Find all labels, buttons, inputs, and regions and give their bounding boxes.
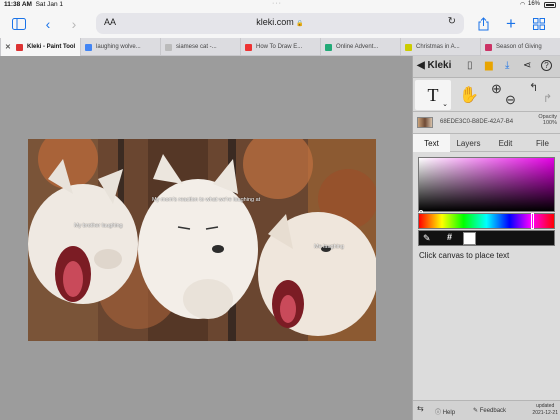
tab-favicon	[485, 43, 492, 51]
tab-favicon	[325, 43, 332, 51]
forward-icon[interactable]: ›	[66, 14, 82, 34]
pencil-icon: ✎	[473, 408, 479, 414]
hex-input-button[interactable]: #	[447, 232, 452, 242]
tab-siamese-cat[interactable]: siamese cat -...	[160, 38, 240, 56]
tab-favicon	[16, 43, 23, 51]
settings-icon[interactable]: ⇆	[417, 404, 424, 413]
tab-how-to-draw[interactable]: How To Draw E...	[240, 38, 320, 56]
hue-slider-handle[interactable]	[531, 213, 534, 229]
tab-season-of-giving[interactable]: Season of Giving	[480, 38, 560, 56]
help-circle-icon: ⓘ	[435, 410, 442, 416]
tab-file[interactable]: File	[524, 134, 560, 152]
zoom-out-icon[interactable]: ⊖	[505, 92, 516, 108]
reload-icon[interactable]: ↻	[448, 16, 456, 27]
panel-tabs: Text Layers Edit File	[413, 134, 560, 152]
primary-color-swatch[interactable]	[463, 232, 476, 245]
battery-icon	[544, 2, 556, 8]
kleki-logo[interactable]: ◀ Kleki	[417, 60, 451, 71]
redo-icon[interactable]: ↱	[543, 92, 552, 105]
caption-right[interactable]: Me laughing	[314, 244, 344, 250]
tab-christmas[interactable]: Christmas in A...	[400, 38, 480, 56]
layer-thumbnail[interactable]	[417, 117, 433, 128]
eyedropper-icon[interactable]: ✎	[423, 233, 431, 244]
tab-bar: ✕ Kleki - Paint Tool laughing wolve... s…	[0, 38, 560, 56]
status-bar: 11:38 AM Sat Jan 1 ··· ◠ 16%	[0, 0, 560, 10]
new-tab-icon[interactable]: +	[504, 14, 518, 34]
opacity-readout[interactable]: Opacity 100%	[538, 114, 557, 126]
caption-left[interactable]: My brother laughing	[74, 223, 123, 229]
kleki-logo-icon: ◀	[417, 60, 425, 71]
layer-name: 68EDE3C0-B8DE-42A7-B4	[440, 119, 514, 125]
open-folder-icon[interactable]: ▆	[485, 60, 493, 71]
tool-row: T ⌄ ✋ ⊕ ⊖ ↰ ↱	[413, 78, 560, 112]
tab-favicon	[165, 43, 172, 51]
tab-edit[interactable]: Edit	[487, 134, 524, 152]
address-bar[interactable]: AA kleki.com 🔒 ↻	[96, 13, 464, 34]
color-row: ✎ #	[418, 230, 555, 246]
share-icon[interactable]	[476, 14, 490, 34]
chevron-down-icon[interactable]: ⌄	[442, 100, 448, 108]
feedback-button[interactable]: ✎ Feedback	[473, 407, 506, 414]
download-icon[interactable]: ⤓	[505, 60, 509, 71]
text-tool-button[interactable]: T ⌄	[415, 80, 451, 110]
updated-info: updated 2021-12-21	[532, 403, 558, 416]
tab-favicon	[405, 43, 412, 51]
wolves-illustration	[28, 139, 376, 341]
tool-panel: ◀ Kleki ▯ ▆ ⤓ ⋖ ? T ⌄ ✋ ⊕ ⊖ ↰ ↱ 68EDE3C0-…	[412, 56, 560, 420]
text-tool-hint: Click canvas to place text	[419, 251, 510, 260]
tab-favicon	[245, 43, 252, 51]
help-icon[interactable]: ?	[541, 60, 552, 71]
tab-text[interactable]: Text	[413, 134, 450, 152]
color-picker-sv[interactable]	[418, 157, 555, 214]
tab-overview-icon[interactable]	[532, 14, 546, 34]
sidebar-icon[interactable]	[10, 14, 28, 34]
help-button[interactable]: ⓘ Help	[435, 407, 455, 416]
url-text: kleki.com 🔒	[256, 17, 304, 27]
share-icon[interactable]: ⋖	[523, 60, 531, 71]
panel-footer: ⇆ ⓘ Help ✎ Feedback updated 2021-12-21	[413, 400, 560, 420]
tab-online-advent[interactable]: Online Advent...	[320, 38, 400, 56]
undo-icon[interactable]: ↰	[529, 81, 538, 94]
browser-toolbar: ‹ › AA kleki.com 🔒 ↻ +	[0, 10, 560, 38]
tab-laughing-wolves[interactable]: laughing wolve...	[80, 38, 160, 56]
zoom-in-icon[interactable]: ⊕	[491, 81, 502, 97]
tab-favicon	[85, 43, 92, 51]
caption-middle[interactable]: My mom's reaction to what we're laughing…	[152, 197, 260, 203]
multitask-dots[interactable]: ···	[272, 0, 282, 7]
battery-percent: 16%	[528, 1, 541, 7]
canvas-area[interactable]: My brother laughing My mom's reaction to…	[0, 56, 412, 420]
new-file-icon[interactable]: ▯	[467, 60, 473, 71]
canvas-image[interactable]: My brother laughing My mom's reaction to…	[28, 139, 376, 341]
layer-info: 68EDE3C0-B8DE-42A7-B4 Opacity 100%	[413, 112, 560, 134]
tab-layers[interactable]: Layers	[450, 134, 487, 152]
hue-slider[interactable]	[418, 213, 555, 229]
tab-kleki[interactable]: ✕ Kleki - Paint Tool	[0, 38, 80, 56]
close-tab-icon[interactable]: ✕	[5, 43, 12, 51]
status-time: 11:38 AM Sat Jan 1	[4, 1, 64, 8]
wifi-icon: ◠	[520, 2, 526, 8]
back-icon[interactable]: ‹	[40, 14, 56, 34]
hand-icon[interactable]: ✋	[459, 85, 479, 105]
kleki-topbar: ◀ Kleki ▯ ▆ ⤓ ⋖ ?	[413, 56, 560, 78]
